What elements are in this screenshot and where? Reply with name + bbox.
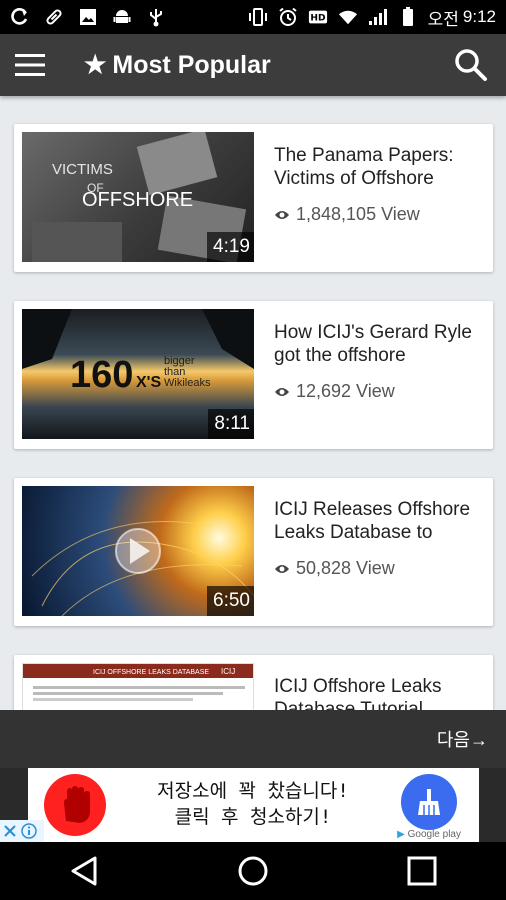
duration-badge: 4:19 (207, 232, 254, 262)
view-count: 12,692 View (274, 381, 395, 402)
video-thumbnail[interactable]: 6:50 (22, 486, 254, 616)
video-title[interactable]: ICIJ Offshore Leaks Database Tutorial (274, 675, 486, 710)
svg-text:HD: HD (310, 14, 326, 24)
home-circle-icon (238, 856, 268, 886)
recents-square-icon (407, 856, 437, 886)
ad-area: 저장소에 꽉 찼습니다! 클릭 후 청소하기! ▶ Google play (0, 768, 506, 842)
video-thumbnail[interactable]: 160 X'S bigger than Wikileaks 8:11 (22, 309, 254, 439)
thumb-text: VICTIMS (52, 161, 113, 178)
alarm-icon (278, 7, 298, 27)
search-button[interactable] (440, 34, 502, 96)
video-thumbnail[interactable]: ICIJ OFFSHORE LEAKS DATABASE ICIJ (22, 663, 254, 710)
thumb-text: ICIJ (221, 667, 235, 676)
ad-banner[interactable]: 저장소에 꽉 찼습니다! 클릭 후 청소하기! ▶ Google play (28, 768, 479, 842)
thumb-text: 160 (70, 354, 133, 396)
google-play-badge: ▶ Google play (397, 829, 461, 840)
navigation-bar (0, 842, 506, 900)
eye-icon (275, 210, 289, 219)
video-card[interactable]: 160 X'S bigger than Wikileaks 8:11 How I… (14, 301, 493, 449)
video-title[interactable]: ICIJ Releases Offshore Leaks Database to (274, 498, 486, 544)
video-list[interactable]: VICTIMS OF OFFSHORE 4:19 The Panama Pape… (0, 96, 506, 710)
search-icon (455, 49, 487, 81)
view-count-text: 12,692 View (296, 381, 395, 401)
duration-badge: 8:11 (208, 409, 254, 439)
play-icon[interactable] (115, 528, 161, 574)
hand-stop-icon (44, 774, 106, 836)
signal-icon (368, 7, 388, 27)
app-bar: ★ Most Popular (0, 34, 506, 96)
duration-badge: 6:50 (207, 586, 254, 616)
recents-button[interactable] (392, 842, 452, 900)
adchoices[interactable] (0, 820, 44, 842)
thumbnail-art: ICIJ OFFSHORE LEAKS DATABASE ICIJ (23, 664, 253, 701)
back-triangle-icon (71, 856, 97, 886)
ad-line-2: 클릭 후 청소하기! (174, 806, 332, 828)
view-count-text: 1,848,105 View (296, 204, 420, 224)
pill-icon (44, 7, 64, 27)
status-time-prefix: 오전 (427, 9, 459, 29)
video-card[interactable]: ICIJ OFFSHORE LEAKS DATABASE ICIJ ICIJ O… (14, 655, 493, 710)
page-title-text: Most Popular (112, 50, 271, 79)
star-icon: ★ (84, 51, 107, 79)
status-bar: HD 오전 9:12 (0, 0, 506, 34)
eye-icon (275, 387, 289, 396)
video-title[interactable]: The Panama Papers: Victims of Offshore (274, 144, 486, 190)
eye-icon (275, 564, 289, 573)
next-button[interactable]: 다음→ (437, 726, 488, 752)
notification-icons (10, 7, 166, 27)
ad-text: 저장소에 꽉 찼습니다! 클릭 후 청소하기! (128, 778, 378, 830)
broom-icon (401, 774, 457, 830)
view-count: 50,828 View (274, 558, 395, 579)
menu-button[interactable] (2, 34, 58, 96)
back-button[interactable] (54, 842, 114, 900)
battery-icon (398, 7, 418, 27)
system-icons: HD 오전 9:12 (248, 5, 496, 30)
thumb-text: ICIJ OFFSHORE LEAKS DATABASE (93, 669, 209, 676)
thumb-text: OFFSHORE (82, 189, 193, 211)
image-icon (78, 7, 98, 27)
hd-icon: HD (308, 7, 328, 27)
video-card[interactable]: VICTIMS OF OFFSHORE 4:19 The Panama Pape… (14, 124, 493, 272)
next-bar: 다음→ (0, 710, 506, 768)
wifi-icon (338, 7, 358, 27)
info-icon[interactable] (21, 823, 37, 839)
video-thumbnail[interactable]: VICTIMS OF OFFSHORE 4:19 (22, 132, 254, 262)
status-time: 9:12 (462, 7, 496, 26)
vibrate-icon (248, 7, 268, 27)
close-icon[interactable] (3, 824, 17, 838)
sync-icon (10, 7, 30, 27)
hamburger-icon (15, 54, 45, 76)
view-count-text: 50,828 View (296, 558, 395, 578)
android-icon (112, 7, 132, 27)
page-title: ★ Most Popular (84, 50, 271, 80)
thumb-text: X'S (136, 374, 161, 391)
video-title[interactable]: How ICIJ's Gerard Ryle got the offshore (274, 321, 486, 367)
usb-icon (146, 7, 166, 27)
thumb-text: Wikileaks (164, 377, 211, 389)
home-button[interactable] (223, 842, 283, 900)
view-count: 1,848,105 View (274, 204, 420, 225)
ad-line-1: 저장소에 꽉 찼습니다! (157, 780, 349, 802)
google-play-text: Google play (407, 829, 461, 840)
video-card[interactable]: 6:50 ICIJ Releases Offshore Leaks Databa… (14, 478, 493, 626)
